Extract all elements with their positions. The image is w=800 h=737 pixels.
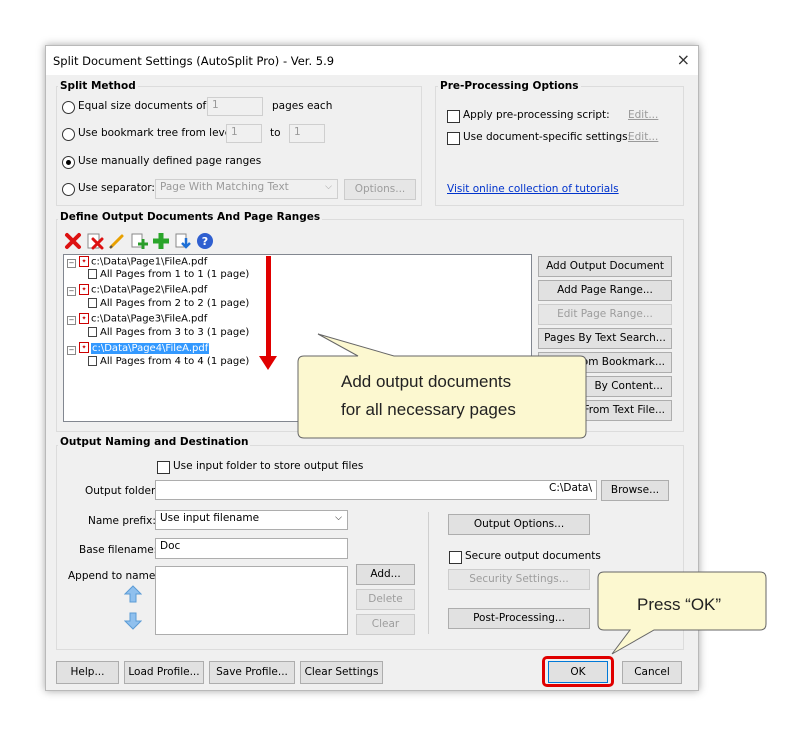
doc-specific-edit-link[interactable]: Edit... bbox=[628, 131, 658, 143]
split-method-title: Split Method bbox=[58, 80, 138, 92]
bookmark-to-label: to bbox=[270, 127, 281, 139]
delete-all-icon[interactable] bbox=[86, 232, 104, 250]
chevron-down-icon: ⌵ bbox=[335, 513, 342, 523]
tree-item-range-2[interactable]: All Pages from 2 to 2 (1 page) bbox=[88, 298, 249, 309]
clear-settings-button[interactable]: Clear Settings bbox=[300, 661, 383, 684]
pdf-icon: ✦ bbox=[79, 284, 89, 295]
pdf-icon: ✦ bbox=[79, 313, 89, 324]
tree-expander[interactable]: − bbox=[67, 287, 76, 296]
callout-press-ok: Press “OK” bbox=[637, 595, 722, 614]
tree-item-file-2[interactable]: ✦ c:\Data\Page2\FileA.pdf bbox=[79, 284, 207, 296]
pdf-icon: ✦ bbox=[79, 256, 89, 267]
red-down-arrow-annotation bbox=[259, 256, 277, 370]
tree-item-range-4[interactable]: All Pages from 4 to 4 (1 page) bbox=[88, 356, 249, 367]
radio-bookmark[interactable] bbox=[62, 128, 75, 141]
add-page-range-button[interactable]: Add Page Range... bbox=[538, 280, 672, 301]
tutorials-link[interactable]: Visit online collection of tutorials bbox=[447, 183, 619, 195]
help-button[interactable]: Help... bbox=[56, 661, 119, 684]
name-prefix-label: Name prefix: bbox=[88, 515, 156, 527]
import-icon[interactable] bbox=[174, 232, 192, 250]
output-naming-title: Output Naming and Destination bbox=[58, 436, 251, 448]
pages-each-label: pages each bbox=[272, 100, 333, 112]
window-title: Split Document Settings (AutoSplit Pro) … bbox=[53, 54, 335, 68]
edit-pencil-icon[interactable] bbox=[108, 232, 126, 250]
append-clear-button[interactable]: Clear bbox=[356, 614, 415, 635]
separator-label: Use separator: bbox=[78, 182, 155, 194]
use-input-folder-label: Use input folder to store output files bbox=[173, 460, 364, 472]
move-down-arrow-icon[interactable] bbox=[124, 612, 142, 630]
doc-specific-checkbox[interactable] bbox=[447, 132, 460, 145]
separator-options-button[interactable]: Options... bbox=[344, 179, 416, 200]
bookmark-label: Use bookmark tree from level bbox=[78, 127, 235, 139]
append-delete-button[interactable]: Delete bbox=[356, 589, 415, 610]
add-green-plus-icon[interactable] bbox=[152, 232, 170, 250]
output-folder-input[interactable]: C:\Data\ bbox=[155, 480, 597, 500]
base-filename-label: Base filename: bbox=[79, 544, 158, 556]
pdf-icon: ✦ bbox=[79, 342, 89, 353]
tree-item-range-3[interactable]: All Pages from 3 to 3 (1 page) bbox=[88, 327, 249, 338]
tree-item-file-1[interactable]: ✦ c:\Data\Page1\FileA.pdf bbox=[79, 256, 207, 268]
output-options-button[interactable]: Output Options... bbox=[448, 514, 590, 535]
callout-main-line2: for all necessary pages bbox=[341, 400, 516, 419]
append-add-button[interactable]: Add... bbox=[356, 564, 415, 585]
load-profile-button[interactable]: Load Profile... bbox=[124, 661, 204, 684]
secure-output-checkbox[interactable] bbox=[449, 551, 462, 564]
page-range-icon bbox=[88, 298, 97, 308]
base-filename-input[interactable]: Doc bbox=[155, 538, 348, 559]
pre-processing-title: Pre-Processing Options bbox=[438, 80, 581, 92]
close-icon[interactable]: × bbox=[677, 50, 690, 69]
bookmark-to-input[interactable]: 1 bbox=[289, 124, 325, 143]
cancel-button[interactable]: Cancel bbox=[622, 661, 682, 684]
radio-equal-size[interactable] bbox=[62, 101, 75, 114]
append-to-name-label: Append to name: bbox=[68, 570, 159, 582]
secure-output-label: Secure output documents bbox=[465, 550, 601, 562]
chevron-down-icon: ⌵ bbox=[325, 182, 332, 192]
security-settings-button[interactable]: Security Settings... bbox=[448, 569, 590, 590]
separator-selected: Page With Matching Text bbox=[160, 181, 289, 193]
tree-item-file-4[interactable]: ✦ c:\Data\Page4\FileA.pdf bbox=[79, 342, 210, 354]
tree-item-range-1[interactable]: All Pages from 1 to 1 (1 page) bbox=[88, 269, 249, 280]
page-range-icon bbox=[88, 356, 97, 366]
help-icon[interactable]: ? bbox=[196, 232, 214, 250]
doc-specific-label: Use document-specific settings: bbox=[463, 131, 632, 143]
post-processing-button[interactable]: Post-Processing... bbox=[448, 608, 590, 629]
radio-separator[interactable] bbox=[62, 183, 75, 196]
manual-ranges-label: Use manually defined page ranges bbox=[78, 155, 262, 167]
use-input-folder-checkbox[interactable] bbox=[157, 461, 170, 474]
radio-manual-ranges[interactable] bbox=[62, 156, 75, 169]
delete-icon[interactable] bbox=[64, 232, 82, 250]
ok-button[interactable]: OK bbox=[548, 661, 608, 683]
vertical-divider bbox=[428, 512, 429, 634]
tree-expander[interactable]: − bbox=[67, 316, 76, 325]
page-range-icon bbox=[88, 327, 97, 337]
svg-text:?: ? bbox=[202, 235, 208, 248]
move-up-arrow-icon[interactable] bbox=[124, 585, 142, 603]
page-range-icon bbox=[88, 269, 97, 279]
bookmark-from-input[interactable]: 1 bbox=[226, 124, 262, 143]
add-doc-icon[interactable] bbox=[130, 232, 148, 250]
edit-page-range-button[interactable]: Edit Page Range... bbox=[538, 304, 672, 325]
apply-script-edit-link[interactable]: Edit... bbox=[628, 109, 658, 121]
browse-button[interactable]: Browse... bbox=[601, 480, 669, 501]
separator-select[interactable]: Page With Matching Text ⌵ bbox=[155, 179, 338, 199]
apply-script-checkbox[interactable] bbox=[447, 110, 460, 123]
equal-size-input[interactable]: 1 bbox=[207, 97, 263, 116]
save-profile-button[interactable]: Save Profile... bbox=[209, 661, 295, 684]
title-bar: Split Document Settings (AutoSplit Pro) … bbox=[46, 46, 698, 75]
tree-item-file-3[interactable]: ✦ c:\Data\Page3\FileA.pdf bbox=[79, 313, 207, 325]
add-output-document-button[interactable]: Add Output Document bbox=[538, 256, 672, 277]
callout-main-line1: Add output documents bbox=[341, 372, 512, 391]
name-prefix-selected: Use input filename bbox=[160, 512, 260, 524]
name-prefix-select[interactable]: Use input filename ⌵ bbox=[155, 510, 348, 530]
apply-script-label: Apply pre-processing script: bbox=[463, 109, 610, 121]
tree-expander[interactable]: − bbox=[67, 259, 76, 268]
equal-size-label: Equal size documents of bbox=[78, 100, 207, 112]
append-to-name-list[interactable] bbox=[155, 566, 348, 635]
output-folder-label: Output folder: bbox=[85, 485, 159, 497]
tree-expander[interactable]: − bbox=[67, 346, 76, 355]
define-output-title: Define Output Documents And Page Ranges bbox=[58, 211, 323, 223]
